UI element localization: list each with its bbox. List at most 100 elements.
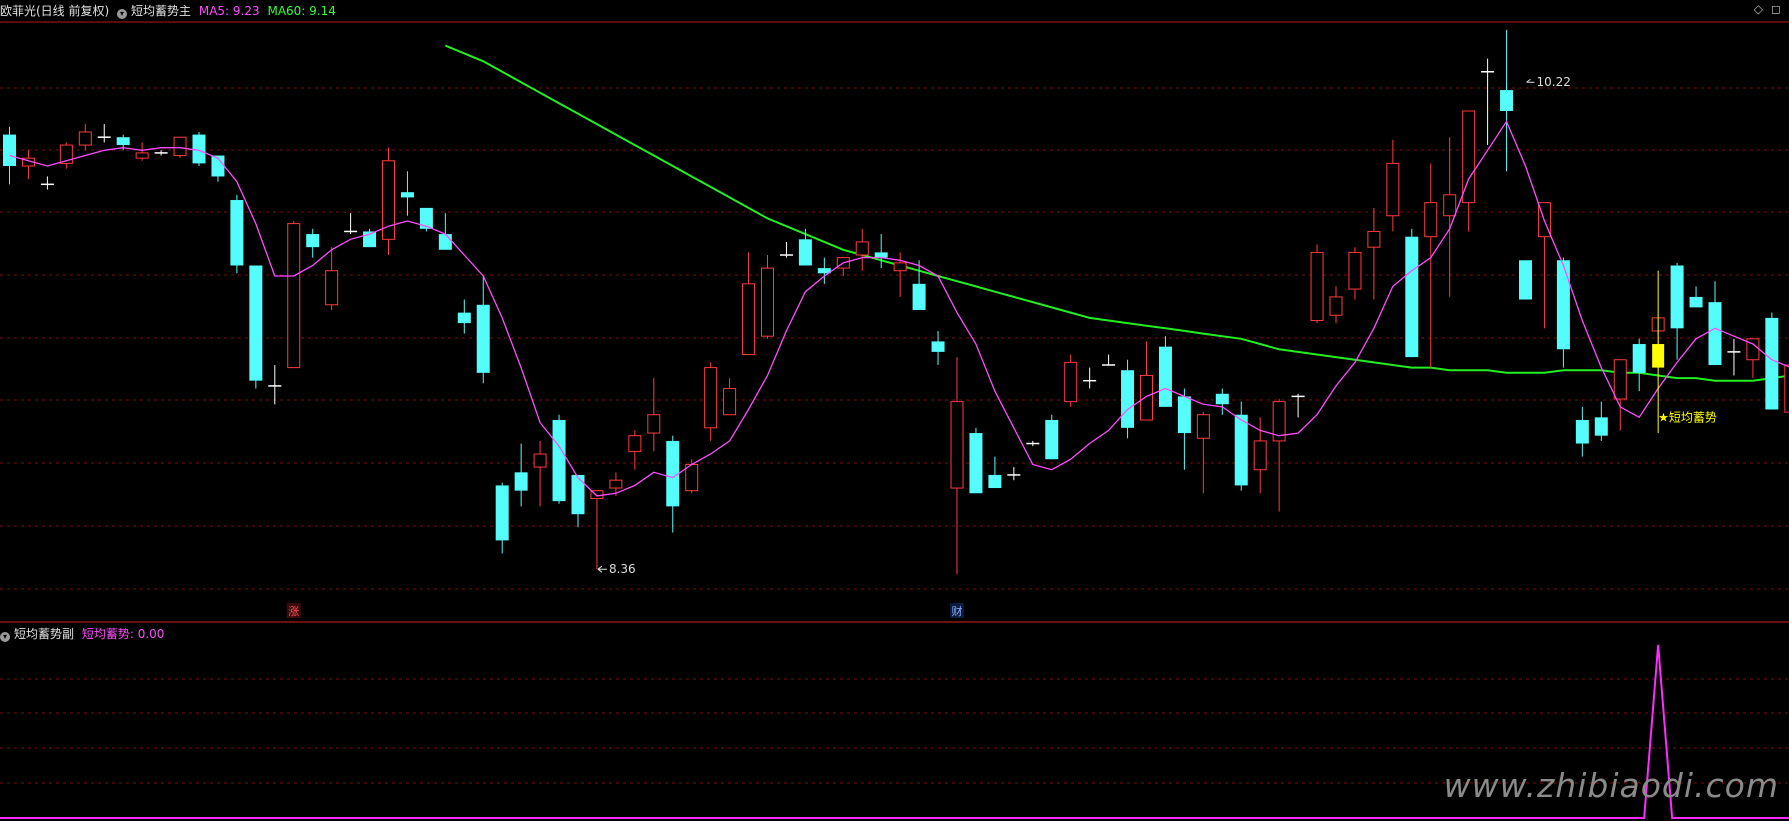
candle [1575, 406, 1589, 457]
candle-body [1575, 419, 1589, 444]
candle-body [1765, 317, 1779, 410]
candle [344, 213, 358, 235]
candle-body [950, 401, 964, 489]
candle [1386, 139, 1400, 232]
candle [59, 142, 73, 169]
candle [761, 255, 774, 339]
candle [1481, 58, 1495, 146]
candle-body [742, 283, 756, 356]
square-icon[interactable]: ◻ [1771, 2, 1781, 16]
candle [855, 228, 869, 271]
candle-body [287, 223, 301, 369]
candle-body [1784, 364, 1789, 413]
candle [382, 147, 395, 256]
main-indicator-name[interactable]: 短均蓄势主 [131, 4, 191, 18]
candle [723, 378, 737, 416]
candle [704, 362, 718, 441]
candle [1310, 244, 1324, 324]
signal-label: ★短均蓄势 [1658, 410, 1717, 424]
sub-indicator-toggle-icon[interactable]: ▾ [0, 632, 10, 642]
candle [78, 124, 92, 151]
candle [1026, 440, 1040, 447]
candle-body [1348, 251, 1362, 290]
candle [1140, 341, 1153, 421]
candle-body [1177, 396, 1191, 434]
candle [1196, 412, 1210, 494]
candle-body [173, 136, 187, 157]
candle-body [457, 312, 471, 324]
candle [1689, 286, 1703, 308]
candle [950, 357, 964, 575]
candle-body [1689, 296, 1703, 308]
candle-body [988, 474, 1002, 489]
candle [1272, 399, 1286, 512]
candle [1670, 262, 1684, 360]
candle-body [912, 283, 926, 310]
candle [1158, 336, 1172, 407]
candle-body [1708, 302, 1722, 365]
candle-body [1064, 361, 1078, 403]
stock-chart[interactable]: 10.22 8.36 ★短均蓄势涨 财 [0, 0, 1789, 821]
candle [988, 456, 1002, 489]
high-arrow [1526, 78, 1535, 83]
candle [438, 213, 452, 250]
sub-indicator-name[interactable]: 短均蓄势副 [14, 627, 74, 641]
candle [874, 234, 888, 269]
candle [97, 124, 111, 143]
candle-body [1367, 230, 1381, 248]
candle [779, 241, 793, 258]
candle-body [798, 239, 812, 266]
candle-body [514, 472, 528, 491]
candle [154, 150, 168, 156]
candle [1121, 359, 1135, 439]
candle [1064, 354, 1078, 407]
indicator-toggle-icon[interactable]: ▾ [117, 9, 128, 19]
candle [742, 252, 756, 356]
candle-body [533, 453, 547, 468]
candle [457, 299, 471, 334]
candle-body [571, 474, 585, 515]
candle [1708, 281, 1722, 365]
candle [514, 443, 528, 507]
candle-body [1196, 414, 1210, 439]
candle-body [893, 262, 907, 272]
candle [135, 142, 149, 161]
candle-body [552, 419, 566, 502]
candle [1519, 260, 1532, 300]
candle-body [400, 192, 414, 198]
candle-body [1310, 251, 1324, 321]
finance-badge: 财 [952, 604, 963, 618]
candle-body [230, 200, 244, 266]
diamond-icon[interactable]: ◇ [1754, 2, 1763, 16]
ma5-line [9, 120, 1789, 497]
candle-body [495, 485, 509, 541]
candle [40, 176, 54, 190]
candle [836, 257, 850, 276]
candle [590, 490, 604, 570]
candle-body [969, 433, 983, 494]
candle [1045, 414, 1059, 460]
candle [1329, 286, 1343, 324]
candle [666, 435, 680, 533]
stock-name[interactable]: 欧菲光(日线 前复权) [0, 4, 109, 18]
candle [1291, 393, 1305, 418]
candle-body [704, 367, 718, 429]
sub-chart-header: ▾ 短均蓄势副 短均蓄势: 0.00 [0, 623, 168, 645]
low-arrow [597, 565, 607, 573]
candle-body [249, 265, 263, 381]
candle [1405, 228, 1419, 358]
ma60-line [444, 44, 1789, 382]
candle-body [1121, 370, 1135, 428]
ma60-value: MA60: 9.14 [267, 4, 336, 18]
candle [287, 220, 301, 369]
candle [249, 265, 263, 389]
candle [400, 171, 414, 216]
candle-body [647, 414, 661, 434]
candle-body [1405, 236, 1419, 358]
candle [1102, 354, 1116, 366]
candle [1556, 257, 1570, 368]
candle [552, 414, 566, 504]
candle [1727, 338, 1741, 376]
candle-body [1443, 194, 1457, 217]
candle-body [609, 479, 623, 489]
